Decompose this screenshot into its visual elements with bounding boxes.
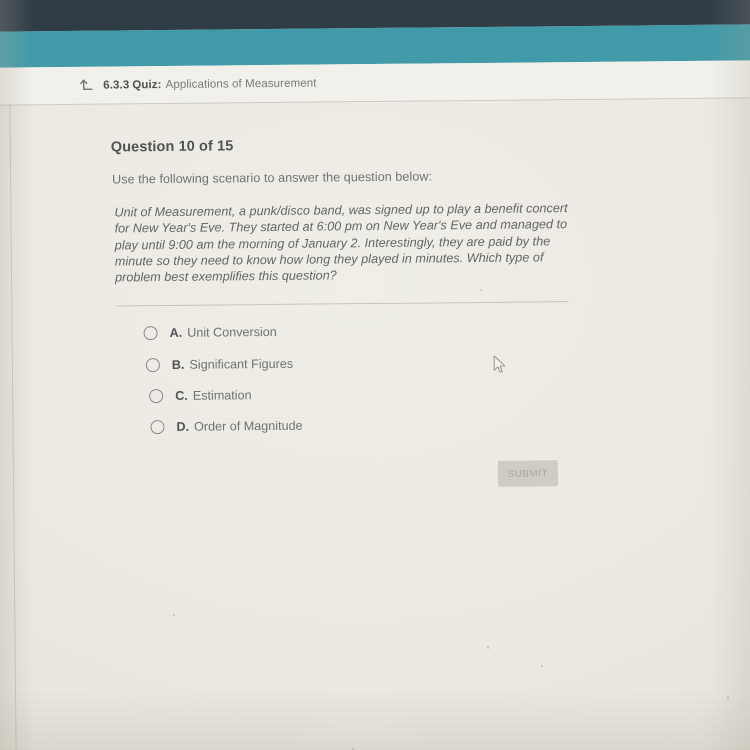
- option-label-b: Significant Figures: [189, 356, 294, 372]
- dust-speck: [487, 646, 489, 649]
- content-divider: [116, 301, 569, 307]
- page-title: Question 10 of 15: [110, 138, 234, 156]
- question-prompt: Use the following scenario to answer the…: [112, 169, 433, 187]
- option-letter-b: B.: [171, 357, 185, 372]
- answer-option-a[interactable]: A. Unit Conversion: [143, 324, 277, 341]
- option-letter-d: D.: [176, 419, 190, 434]
- answer-option-c[interactable]: C. Estimation: [149, 388, 252, 404]
- option-letter-a: A.: [169, 325, 183, 340]
- quiz-content: Question 10 of 15 Use the following scen…: [0, 0, 750, 750]
- submit-button[interactable]: SUBMIT: [497, 460, 559, 487]
- screen-contents: 6.3.3 Quiz: Applications of Measurement Qu…: [0, 0, 750, 750]
- scenario-text: Unit of Measurement, a punk/disco band, …: [114, 201, 568, 285]
- dust-speck: [541, 665, 543, 667]
- option-label-d: Order of Magnitude: [194, 418, 303, 434]
- option-label-a: Unit Conversion: [187, 324, 277, 340]
- photographed-screen: 6.3.3 Quiz: Applications of Measurement Qu…: [0, 0, 750, 750]
- radio-button-b[interactable]: [145, 358, 160, 373]
- radio-button-a[interactable]: [143, 326, 158, 341]
- dust-speck: [480, 289, 482, 291]
- radio-button-d[interactable]: [150, 420, 165, 435]
- answer-option-b[interactable]: B. Significant Figures: [145, 356, 294, 373]
- dust-speck: [727, 696, 729, 699]
- option-letter-c: C.: [175, 388, 188, 403]
- radio-button-c[interactable]: [149, 389, 164, 404]
- dust-speck: [173, 614, 175, 616]
- option-label-c: Estimation: [192, 388, 252, 403]
- answer-option-d[interactable]: D. Order of Magnitude: [150, 418, 303, 435]
